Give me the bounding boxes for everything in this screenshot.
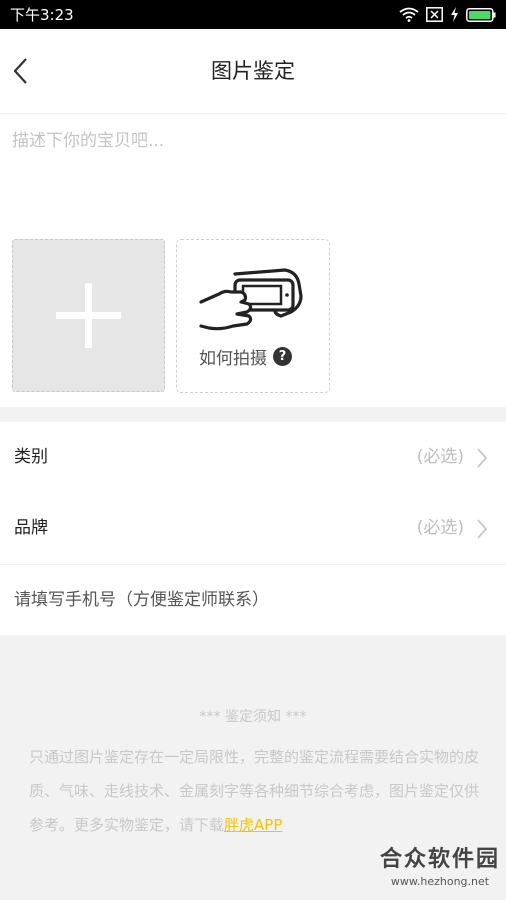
- add-photo-button[interactable]: [12, 239, 165, 392]
- brand-label: 品牌: [14, 518, 48, 538]
- how-to-shoot-button[interactable]: 如何拍摄 ?: [176, 239, 330, 393]
- help-icon: ?: [273, 347, 292, 366]
- how-to-shoot-label: 如何拍摄: [199, 349, 267, 369]
- status-icons: [399, 7, 496, 22]
- category-row[interactable]: 类别 (必选): [0, 422, 506, 494]
- watermark: 合众软件园 www.hezhong.net: [380, 841, 500, 888]
- wifi-icon: [399, 7, 419, 22]
- plus-icon: [56, 283, 121, 348]
- how-to-shoot-label-group: 如何拍摄 ?: [199, 344, 292, 369]
- category-label: 类别: [14, 447, 48, 467]
- charging-icon: [451, 7, 458, 22]
- chevron-right-icon: [477, 519, 488, 539]
- watermark-logo-text: 合众软件园: [379, 847, 500, 872]
- sim-x-icon: [426, 7, 443, 22]
- description-section: 如何拍摄 ?: [0, 114, 506, 407]
- phone-row: [0, 565, 506, 635]
- status-bar: 下午3:23: [0, 0, 506, 29]
- phone-input[interactable]: [14, 565, 484, 635]
- notice-body: 只通过图片鉴定存在一定局限性，完整的鉴定流程需要结合实物的皮质、气味、走线技术、…: [29, 740, 479, 842]
- page-title: 图片鉴定: [211, 59, 295, 83]
- status-time: 下午3:23: [10, 6, 74, 24]
- chevron-right-icon: [477, 448, 488, 468]
- description-input[interactable]: [12, 126, 492, 236]
- category-hint: (必选): [416, 447, 464, 467]
- brand-hint: (必选): [416, 518, 464, 538]
- brand-row[interactable]: 品牌 (必选): [0, 493, 506, 565]
- header: 图片鉴定: [0, 29, 506, 114]
- download-app-link[interactable]: 胖虎APP: [224, 816, 282, 834]
- battery-icon: [466, 7, 496, 22]
- hands-holding-phone-icon: [199, 268, 303, 331]
- watermark-url: www.hezhong.net: [390, 875, 490, 888]
- notice-title: *** 鉴定须知 ***: [199, 709, 307, 725]
